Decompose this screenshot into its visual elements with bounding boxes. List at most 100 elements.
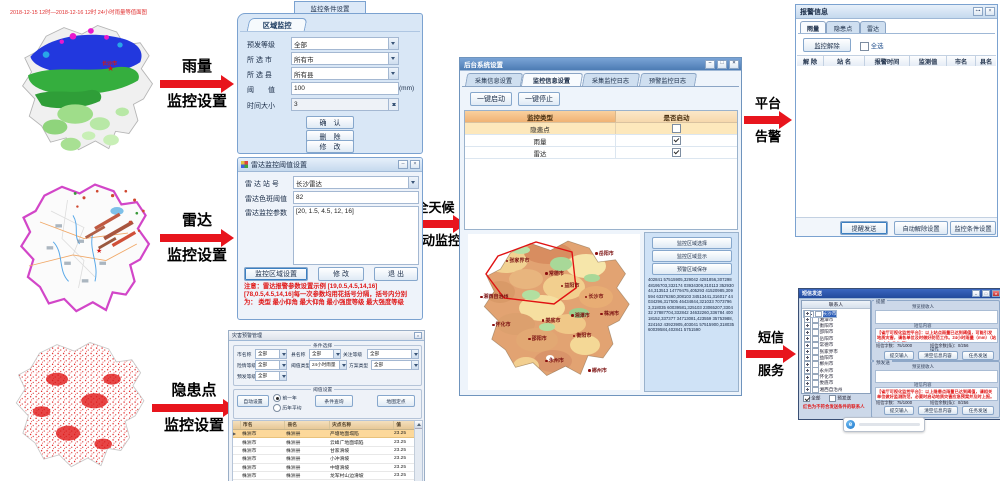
vertical-scrollbar[interactable] [414, 421, 422, 481]
minimize-icon[interactable]: – [972, 290, 980, 297]
confirm-button[interactable]: 确 认 [306, 116, 354, 129]
enable-checkbox[interactable] [672, 136, 681, 145]
chevron-down-icon[interactable] [388, 53, 398, 64]
expand-icon[interactable] [804, 386, 811, 393]
chevron-down-icon[interactable] [411, 350, 418, 358]
task-send-button[interactable]: 任务发送 [962, 406, 994, 415]
chevron-down-icon[interactable] [388, 38, 398, 49]
minimize-icon[interactable]: – [398, 160, 408, 169]
filter-county-select[interactable]: 全部 [309, 349, 341, 359]
stop-all-button[interactable]: 一键停止 [518, 92, 560, 106]
chevron-down-icon[interactable] [279, 372, 286, 380]
sms-content-box[interactable]: 【省厅可视化监控平台】：以上站点雨量已达到阈值，可能引发地质灾害，请各单位及时做… [875, 328, 998, 343]
checkbox-icon[interactable] [815, 311, 822, 318]
query-button[interactable]: 条件查询 [315, 395, 353, 407]
tab-collect-settings[interactable]: 采集信息设置 [465, 73, 523, 87]
notification-popup[interactable]: e [843, 417, 925, 432]
sms-presend-check[interactable]: 预发送 [829, 395, 851, 402]
close-icon[interactable]: × [985, 7, 995, 16]
task-send-button[interactable]: 任务发送 [962, 351, 994, 360]
auto-release-settings-button[interactable]: 自动解除设置 [894, 221, 948, 235]
minimize-icon[interactable]: – [705, 60, 715, 69]
chevron-down-icon[interactable] [339, 361, 346, 369]
duration-stepper[interactable]: 3 [291, 98, 399, 111]
tree-item[interactable]: 湘西自治州 [803, 387, 869, 393]
close-icon[interactable]: × [410, 160, 420, 169]
table-row[interactable]: 雨量 [465, 135, 737, 147]
radio-icon[interactable] [273, 404, 281, 412]
checkbox-icon[interactable] [812, 387, 819, 394]
map-locate-button[interactable]: 地图定点 [377, 395, 415, 407]
chevron-down-icon[interactable] [279, 361, 286, 369]
backend-titlebar[interactable]: 后台系统设置 – □ × [460, 58, 741, 71]
radio-icon[interactable] [273, 394, 281, 402]
monitor-region-button[interactable]: 监控区域设置 [244, 267, 308, 281]
spinner-icon[interactable] [388, 99, 398, 110]
filter-threshold-type-select[interactable]: 24小时雨量 [309, 360, 347, 370]
region-show-button[interactable]: 监控区域显示 [652, 250, 732, 262]
start-all-button[interactable]: 一键启动 [470, 92, 512, 106]
tab-warn-log[interactable]: 预警监控日志 [639, 73, 697, 87]
modify-button[interactable]: 修 改 [306, 140, 354, 153]
chevron-down-icon[interactable] [411, 361, 418, 369]
table-row[interactable]: 株洲市 株洲县 龙军村山边滑坡 23.25 [233, 472, 422, 480]
submit-input-button[interactable]: 提交输入 [884, 406, 914, 415]
recv-preview-box[interactable] [875, 370, 998, 383]
filter-risk-select[interactable]: 全部 [255, 360, 287, 370]
table-row[interactable]: 隐患点 [465, 123, 737, 135]
radar-station-select[interactable]: 长沙雷达 [293, 176, 419, 189]
radar-exit-button[interactable]: 退 出 [374, 267, 418, 281]
filter-city-select[interactable]: 全部 [255, 349, 287, 359]
table-row[interactable]: 株洲市 株洲县 中塘滑坡 23.25 [233, 464, 422, 472]
tab-region-monitor[interactable]: 区域监控 [247, 18, 308, 32]
sms-content-box[interactable]: 【省厅可视化监控平台】：以上隐患点雨量已达到阈值，请相关单位做好监测防范，必要时… [875, 387, 998, 401]
clear-content-button[interactable]: 清空信息内容 [918, 351, 958, 360]
table-row[interactable]: ▶ 株洲市 株洲县 严塘地面塌陷 23.25 [233, 430, 422, 438]
county-select[interactable]: 所有县 [291, 67, 399, 80]
checkbox-icon[interactable] [803, 395, 810, 402]
filter-attn-select[interactable]: 全部 [367, 349, 419, 359]
chevron-down-icon[interactable] [408, 177, 418, 188]
table-row[interactable]: 雷达 [465, 147, 737, 159]
radar-modify-button[interactable]: 修 改 [318, 267, 364, 281]
sms-titlebar[interactable]: 短信发送 – □ × [799, 289, 1000, 299]
pin-icon[interactable]: ⊶ [973, 7, 983, 16]
region-save-button[interactable]: 预警区域保存 [652, 263, 732, 275]
alarm-titlebar[interactable]: 报警信息 ⊶ × [796, 5, 997, 19]
clear-content-button[interactable]: 清空信息内容 [918, 406, 958, 415]
city-select[interactable]: 所有市 [291, 52, 399, 65]
recv-preview-box[interactable] [875, 310, 998, 324]
tab-monitor-settings[interactable]: 监控信息设置 [521, 73, 583, 87]
tab-collect-log[interactable]: 采集监控日志 [582, 73, 640, 87]
warn-level-select[interactable]: 全部 [291, 37, 399, 50]
table-row[interactable]: 株洲市 株洲县 甘家滑坡 23.25 [233, 447, 422, 455]
maximize-icon[interactable]: □ [717, 60, 727, 69]
send-reminder-button[interactable]: 提醒发送 [840, 221, 888, 235]
select-all-checkbox[interactable]: 全选 [860, 41, 884, 51]
monitor-condition-settings-button[interactable]: 监控条件设置 [950, 221, 996, 235]
radar-params-textarea[interactable]: [20, 1.5, 4.5, 12, 16] [293, 206, 419, 265]
filter-warnlevel-select[interactable]: 全部 [255, 371, 287, 381]
close-icon[interactable]: × [414, 332, 422, 339]
radio-prev-year[interactable]: 前一年 [273, 394, 297, 402]
submit-input-button[interactable]: 提交输入 [884, 351, 914, 360]
region-select-button[interactable]: 监控区域选择 [652, 237, 732, 249]
maximize-icon[interactable]: □ [982, 290, 990, 297]
sms-select-all[interactable]: 全部 [803, 395, 820, 402]
close-icon[interactable]: × [729, 60, 739, 69]
checkbox-icon[interactable] [829, 395, 836, 402]
radar-threshold-input[interactable]: 82 [293, 191, 419, 204]
filter-plan-select[interactable]: 全部 [371, 360, 419, 370]
radio-avg-year[interactable]: 历年平均 [273, 404, 302, 412]
release-monitor-button[interactable]: 监控解除 [803, 38, 851, 52]
table-row[interactable]: 株洲市 株洲县 小冲滑坡 23.25 [233, 455, 422, 463]
chevron-down-icon[interactable] [388, 68, 398, 79]
table-row[interactable]: 株洲市 株洲县 云峰广地面塌陷 23.25 [233, 438, 422, 446]
enable-checkbox[interactable] [672, 124, 681, 133]
enable-checkbox[interactable] [672, 148, 681, 157]
chevron-down-icon[interactable] [333, 350, 340, 358]
chevron-down-icon[interactable] [279, 350, 286, 358]
close-icon[interactable]: × [992, 290, 1000, 297]
checkbox-icon[interactable] [860, 42, 869, 51]
radar-dialog-titlebar[interactable]: 雷达监控阈值设置 – × [238, 158, 422, 172]
